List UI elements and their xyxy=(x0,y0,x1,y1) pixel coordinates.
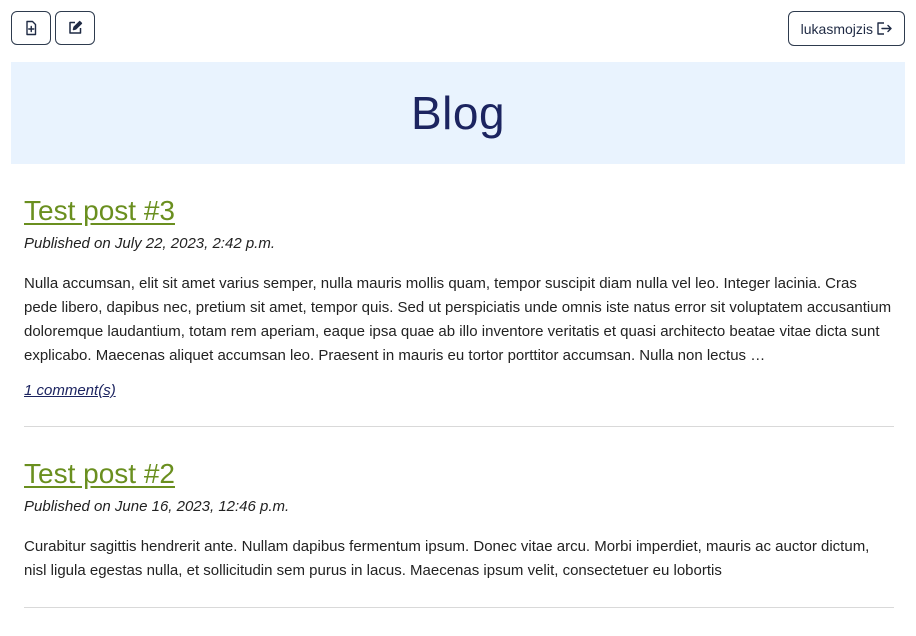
post-title-link[interactable]: Test post #2 xyxy=(24,455,175,493)
post-published-date: Published on July 22, 2023, 2:42 p.m. xyxy=(24,235,276,252)
post-excerpt: Curabitur sagittis hendrerit ante. Nulla… xyxy=(24,538,870,579)
page-title: Blog xyxy=(410,87,506,139)
blog-banner: Blog xyxy=(11,62,905,164)
post-excerpt: Nulla accumsan, elit sit amet varius sem… xyxy=(24,275,892,364)
post-item: Test post #3 Published on July 22, 2023,… xyxy=(24,192,894,427)
post-title-link[interactable]: Test post #3 xyxy=(24,192,175,230)
edit-button[interactable] xyxy=(55,11,95,45)
post-comments-link[interactable]: 1 comment(s) xyxy=(24,380,116,402)
new-post-button[interactable] xyxy=(11,11,51,45)
user-logout-button[interactable]: lukasmojzis xyxy=(787,11,905,46)
post-published-date: Published on June 16, 2023, 12:46 p.m. xyxy=(24,498,290,515)
post-item: Test post #2 Published on June 16, 2023,… xyxy=(24,455,894,608)
logout-icon xyxy=(876,21,893,36)
top-toolbar: lukasmojzis xyxy=(0,0,916,56)
file-plus-icon xyxy=(23,20,39,36)
username-label: lukasmojzis xyxy=(800,20,873,37)
post-list: Test post #3 Published on July 22, 2023,… xyxy=(24,192,894,636)
edit-icon xyxy=(67,20,83,36)
